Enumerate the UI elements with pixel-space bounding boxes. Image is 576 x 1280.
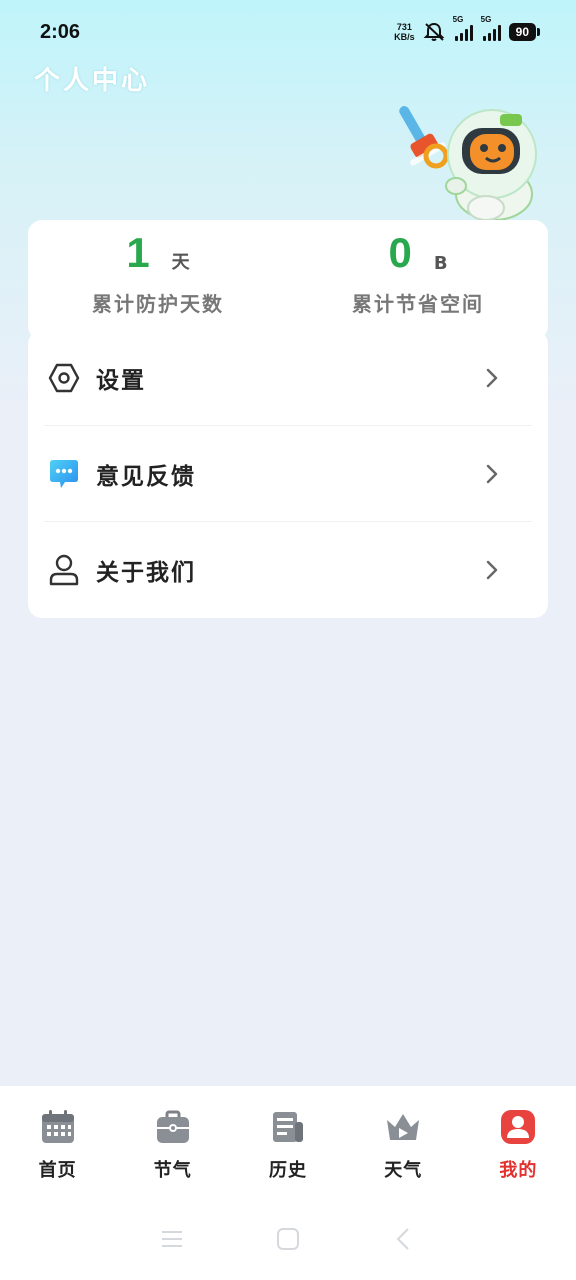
nav-label-solar-terms: 节气 — [153, 1160, 192, 1181]
net-speed-unit: KB/s — [394, 32, 415, 42]
saved-space-stat: 0 B 累计节省空间 — [288, 220, 548, 340]
nav-item-home[interactable]: 首页 — [0, 1086, 115, 1196]
signal-sim1-icon: 5G — [453, 15, 473, 41]
saved-space-label: 累计节省空间 — [352, 292, 484, 316]
calendar-icon — [41, 1110, 74, 1143]
newspaper-icon — [273, 1112, 303, 1142]
net-speed-value: 731 — [396, 22, 412, 32]
nav-label-mine: 我的 — [499, 1160, 538, 1181]
stats-card: 1 天 累计防护天数 0 B 累计节省空间 — [28, 220, 548, 340]
toolbox-icon — [156, 1110, 189, 1143]
network-speed: 731 KB/s — [394, 22, 415, 42]
user-icon — [46, 552, 82, 588]
signal-sim2-icon: 5G — [481, 15, 501, 41]
menu-label-feedback: 意见反馈 — [96, 463, 196, 490]
nav-label-home: 首页 — [38, 1160, 77, 1181]
nav-item-solar-terms[interactable]: 节气 — [115, 1086, 230, 1196]
status-bar: 2:06 731 KB/s 5G 5G 90 — [0, 0, 576, 64]
protection-days-value: 1 — [126, 229, 150, 276]
protection-days-label: 累计防护天数 — [92, 292, 224, 316]
mute-bell-icon — [423, 22, 445, 41]
menu-card: 设置 意见反馈 关于我们 — [28, 330, 548, 618]
chevron-right-icon — [486, 560, 498, 580]
bottom-nav-items: 首页 节气 历史 天气 我的 — [0, 1086, 576, 1196]
home-square-icon[interactable] — [275, 1226, 301, 1252]
menu-item-settings[interactable]: 设置 — [44, 330, 532, 426]
status-icons: 731 KB/s 5G 5G 90 — [394, 15, 541, 42]
menu-lines-icon[interactable] — [159, 1226, 185, 1252]
system-navigation-bar — [0, 1226, 576, 1252]
settings-hexagon-icon — [46, 360, 82, 396]
menu-label-about-us: 关于我们 — [96, 560, 196, 586]
page-title: 个人中心 — [34, 66, 151, 96]
protection-days-stat: 1 天 累计防护天数 — [28, 220, 288, 340]
saved-space-value: 0 — [388, 229, 412, 276]
astronaut-mascot-icon — [399, 106, 537, 221]
bottom-navigation: 首页 节气 历史 天气 我的 — [0, 1086, 576, 1280]
protection-days-unit: 天 — [171, 252, 190, 273]
nav-item-weather[interactable]: 天气 — [346, 1086, 461, 1196]
crown-icon — [387, 1114, 420, 1140]
chevron-right-icon — [486, 368, 498, 387]
nav-label-weather: 天气 — [384, 1160, 423, 1181]
menu-item-feedback[interactable]: 意见反馈 — [44, 426, 532, 522]
menu-label-settings: 设置 — [96, 367, 146, 394]
feedback-chat-icon — [46, 456, 82, 492]
menu-item-about-us[interactable]: 关于我们 — [44, 522, 532, 618]
back-chevron-icon[interactable] — [391, 1226, 417, 1252]
battery-icon: 90 — [508, 23, 541, 41]
status-time: 2:06 — [40, 20, 81, 43]
protection-days-value-row: 1 天 — [126, 228, 189, 276]
sim2-label: 5G — [480, 15, 492, 24]
saved-space-unit: B — [433, 253, 448, 274]
nav-label-history: 历史 — [269, 1160, 307, 1181]
chevron-right-icon — [486, 464, 498, 483]
nav-item-history[interactable]: 历史 — [230, 1086, 345, 1196]
saved-space-value-row: 0 B — [388, 228, 447, 276]
sim1-label: 5G — [452, 15, 464, 24]
profile-icon — [501, 1110, 536, 1144]
nav-item-mine[interactable]: 我的 — [461, 1086, 576, 1196]
